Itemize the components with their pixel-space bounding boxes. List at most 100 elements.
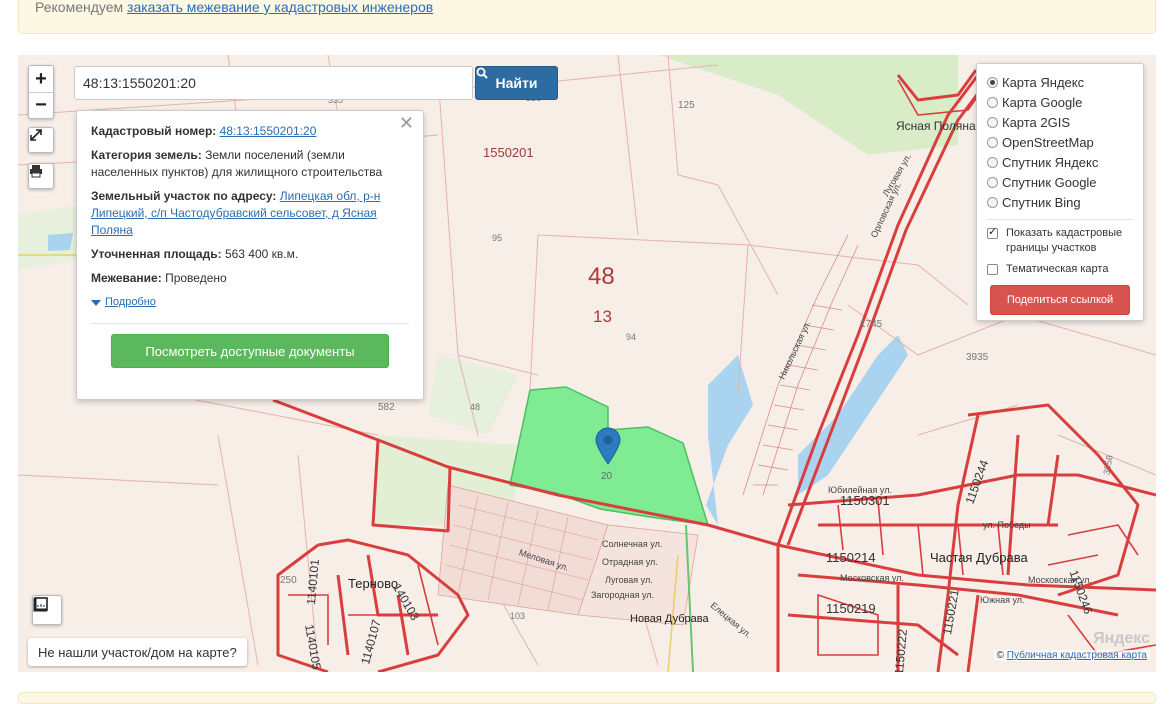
bottom-banner bbox=[18, 692, 1156, 704]
caret-down-icon bbox=[91, 299, 101, 306]
village-label: Частая Дубрава bbox=[930, 550, 1028, 565]
details-toggle[interactable]: Подробно bbox=[91, 294, 409, 311]
layer-option-label: Карта 2GIS bbox=[1002, 114, 1071, 130]
layer-option-label: Спутник Яндекс bbox=[1002, 154, 1099, 170]
street-label: Южная ул. bbox=[980, 595, 1025, 605]
cadastral-number-label: Кадастровый номер: bbox=[91, 124, 217, 138]
street-label: Загородная ул. bbox=[591, 590, 654, 600]
layer-radio[interactable] bbox=[987, 196, 998, 208]
quarter-label: 1150219 bbox=[826, 601, 876, 616]
printer-icon bbox=[30, 165, 42, 178]
copyright-sign: © bbox=[996, 650, 1004, 661]
layer-option[interactable]: Карта 2GIS bbox=[987, 112, 1133, 132]
land-category-row: Категория земель: Земли поселений (земли… bbox=[91, 147, 409, 181]
search-button[interactable]: Найти bbox=[475, 66, 558, 100]
layer-option-label: Спутник Bing bbox=[1002, 194, 1081, 210]
show-borders-checkbox[interactable] bbox=[987, 225, 998, 240]
survey-row: Межевание: Проведено bbox=[91, 270, 409, 287]
divider bbox=[987, 219, 1133, 220]
layer-radio[interactable] bbox=[987, 76, 998, 88]
street-label: Отрадная ул. bbox=[602, 557, 658, 567]
survey-label: Межевание: bbox=[91, 271, 162, 285]
cadastral-number-link[interactable]: 48:13:1550201:20 bbox=[220, 124, 317, 138]
land-category-label: Категория земель: bbox=[91, 148, 202, 162]
layer-option[interactable]: Карта Google bbox=[987, 92, 1133, 112]
thematic-map-checkbox[interactable] bbox=[987, 264, 998, 275]
show-borders-option[interactable]: Показать кадастровые границы участков bbox=[987, 225, 1133, 256]
quarter-label: 1550201 bbox=[483, 145, 534, 160]
thematic-map-label: Тематическая карта bbox=[1006, 263, 1109, 275]
parcel-label: 582 bbox=[378, 402, 395, 413]
layer-option-label: Спутник Google bbox=[1002, 174, 1097, 190]
area-row: Уточненная площадь: 563 400 кв.м. bbox=[91, 246, 409, 263]
village-label: Новая Дубрава bbox=[630, 613, 709, 625]
thematic-map-option[interactable]: Тематическая карта bbox=[987, 262, 1133, 277]
layer-radio[interactable] bbox=[987, 176, 998, 188]
attribution-link[interactable]: Публичная кадастровая карта bbox=[1007, 650, 1147, 661]
print-button[interactable] bbox=[28, 163, 54, 189]
layer-option-label: OpenStreetMap bbox=[1002, 134, 1094, 150]
cadastral-search-input[interactable] bbox=[74, 66, 473, 100]
parcel-label: 95 bbox=[492, 233, 503, 243]
cadastral-map[interactable]: 1550201 48 13 20 94 95 125 335 336 582 4… bbox=[18, 55, 1156, 672]
zoom-out-button[interactable]: − bbox=[29, 92, 53, 118]
street-label: Солнечная ул. bbox=[602, 539, 663, 549]
expand-icon bbox=[30, 129, 42, 141]
quarter-label: 1150214 bbox=[826, 550, 876, 565]
divider bbox=[91, 323, 409, 324]
details-link[interactable]: Подробно bbox=[105, 294, 156, 311]
view-documents-button[interactable]: Посмотреть доступные документы bbox=[111, 334, 389, 368]
layer-option-label: Карта Google bbox=[1002, 94, 1083, 110]
parcel-label: 3935 bbox=[966, 352, 989, 363]
cadastral-number-row: Кадастровый номер: 48:13:1550201:20 bbox=[91, 123, 409, 140]
parcel-info-popup: ✕ Кадастровый номер: 48:13:1550201:20 Ка… bbox=[76, 110, 424, 400]
layer-radio[interactable] bbox=[987, 156, 998, 168]
village-label: Терново bbox=[348, 576, 399, 591]
survey-value: Проведено bbox=[165, 271, 227, 285]
not-found-button[interactable]: Не нашли участок/дом на карте? bbox=[28, 638, 247, 666]
parcel-label: 48 bbox=[470, 402, 481, 412]
search-button-label: Найти bbox=[495, 75, 538, 91]
street-label: Юбилейная ул. bbox=[828, 485, 892, 495]
location-pin-icon[interactable] bbox=[595, 427, 621, 465]
ruler-icon bbox=[33, 597, 48, 612]
layer-option[interactable]: Спутник Google bbox=[987, 172, 1133, 192]
address-row: Земельный участок по адресу: Липецкая об… bbox=[91, 188, 409, 239]
layer-radio[interactable] bbox=[987, 96, 998, 108]
ruler-button[interactable] bbox=[32, 595, 62, 625]
parcel-label: 103 bbox=[510, 611, 526, 621]
parcel-label: 250 bbox=[280, 575, 297, 586]
layer-option[interactable]: OpenStreetMap bbox=[987, 132, 1133, 152]
share-link-button[interactable]: Поделиться ссылкой bbox=[990, 285, 1130, 315]
parcel-label: 20 bbox=[601, 471, 613, 482]
search-icon bbox=[476, 67, 488, 79]
quarter-label: 1150301 bbox=[840, 493, 890, 508]
parcel-label: 125 bbox=[678, 100, 695, 111]
yandex-watermark: Яндекс bbox=[1093, 630, 1150, 647]
zoom-in-button[interactable]: + bbox=[29, 66, 53, 92]
parcel-label: 1745 bbox=[860, 319, 883, 330]
district-label: 13 bbox=[593, 307, 612, 326]
close-icon[interactable]: ✕ bbox=[399, 114, 414, 132]
layer-option[interactable]: Спутник Bing bbox=[987, 192, 1133, 212]
map-attribution: © Публичная кадастровая карта bbox=[993, 650, 1150, 661]
street-label: Луговая ул. bbox=[605, 575, 653, 585]
area-value: 563 400 кв.м. bbox=[224, 247, 299, 261]
address-label: Земельный участок по адресу: bbox=[91, 189, 277, 203]
street-label: ул. Победы bbox=[983, 520, 1031, 530]
layer-option[interactable]: Спутник Яндекс bbox=[987, 152, 1133, 172]
street-label: Московская ул. bbox=[1028, 575, 1092, 585]
layer-radio[interactable] bbox=[987, 136, 998, 148]
area-label: Уточненная площадь: bbox=[91, 247, 222, 261]
fullscreen-button[interactable] bbox=[28, 127, 54, 153]
parcel-label: 94 bbox=[626, 332, 637, 342]
street-label: Московская ул. bbox=[840, 573, 904, 583]
recommendation-banner: Рекомендуем заказать межевание у кадастр… bbox=[18, 0, 1156, 34]
layer-option-label: Карта Яндекс bbox=[1002, 74, 1085, 90]
layer-radio[interactable] bbox=[987, 116, 998, 128]
banner-text: Рекомендуем bbox=[35, 0, 124, 15]
banner-link[interactable]: заказать межевание у кадастровых инженер… bbox=[127, 0, 433, 15]
show-borders-label: Показать кадастровые границы участков bbox=[1006, 227, 1123, 254]
layer-option[interactable]: Карта Яндекс bbox=[987, 72, 1133, 92]
village-label: Ясная Поляна bbox=[896, 119, 976, 133]
